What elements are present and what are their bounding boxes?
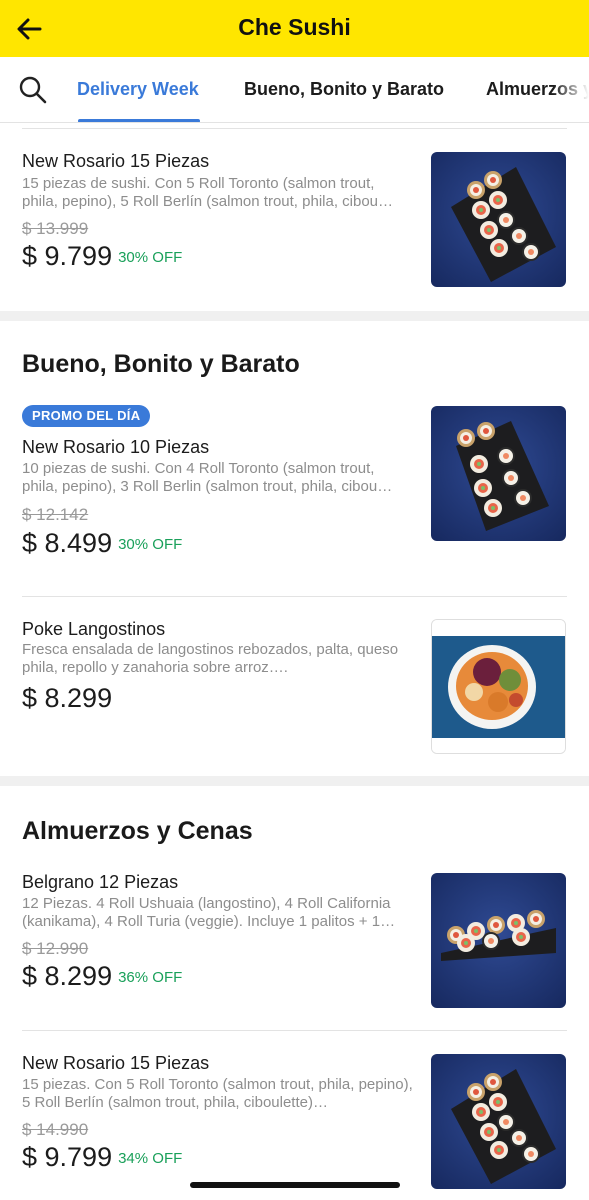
menu-item[interactable]: Belgrano 12 Piezas 12 Piezas. 4 Roll Ush… <box>0 860 589 1030</box>
search-button[interactable] <box>18 75 48 105</box>
section-title: Almuerzos y Cenas <box>22 817 253 845</box>
item-image <box>431 406 566 541</box>
menu-item[interactable]: New Rosario 15 Piezas 15 piezas. Con 5 R… <box>0 1042 589 1200</box>
section-separator <box>0 776 589 786</box>
item-image <box>431 619 566 754</box>
promo-badge: PROMO DEL DÍA <box>22 405 151 427</box>
category-tabs: Delivery Week Bueno, Bonito y Barato Alm… <box>0 57 589 123</box>
app-header: Che Sushi <box>0 0 589 57</box>
menu-item[interactable]: PROMO DEL DÍA New Rosario 10 Piezas 10 p… <box>0 393 589 593</box>
menu-item[interactable]: New Rosario 15 Piezas 15 piezas de sushi… <box>0 140 589 310</box>
item-price: $ 9.799 30% OFF <box>22 241 183 271</box>
active-tab-indicator <box>78 119 200 122</box>
item-discount: 34% OFF <box>118 1150 183 1167</box>
item-name: New Rosario 15 Piezas <box>22 1053 210 1073</box>
search-icon <box>19 76 47 104</box>
item-old-price: $ 12.142 <box>22 505 89 524</box>
tab-delivery-week[interactable]: Delivery Week <box>77 79 199 100</box>
item-name: Poke Langostinos <box>22 619 166 639</box>
item-discount: 36% OFF <box>118 969 183 986</box>
item-description: 12 Piezas. 4 Roll Ushuaia (langostino), … <box>22 895 396 930</box>
item-old-price: $ 12.990 <box>22 939 89 958</box>
item-price: $ 8.299 <box>22 683 113 713</box>
tabs-fade <box>553 57 589 122</box>
item-image <box>431 1054 566 1189</box>
item-name: New Rosario 10 Piezas <box>22 437 210 457</box>
item-price: $ 8.299 36% OFF <box>22 961 183 991</box>
divider <box>22 128 567 129</box>
item-price: $ 8.499 30% OFF <box>22 528 183 558</box>
menu-item[interactable]: Poke Langostinos Fresca ensalada de lang… <box>0 608 589 768</box>
item-discount: 30% OFF <box>118 536 183 553</box>
section-title: Bueno, Bonito y Barato <box>22 350 300 378</box>
item-description: 10 piezas de sushi. Con 4 Roll Toronto (… <box>22 460 393 495</box>
home-indicator[interactable] <box>190 1182 400 1188</box>
item-image <box>431 152 566 287</box>
item-discount: 30% OFF <box>118 249 183 266</box>
item-name: Belgrano 12 Piezas <box>22 872 179 892</box>
item-image <box>431 873 566 1008</box>
divider <box>22 1030 567 1031</box>
section-separator <box>0 311 589 321</box>
item-name: New Rosario 15 Piezas <box>22 151 210 171</box>
item-description: 15 piezas de sushi. Con 5 Roll Toronto (… <box>22 175 394 210</box>
divider <box>22 596 567 597</box>
item-description: Fresca ensalada de langostinos rebozados… <box>22 641 399 676</box>
tab-bueno-bonito-barato[interactable]: Bueno, Bonito y Barato <box>244 79 444 100</box>
item-old-price: $ 13.999 <box>22 219 89 238</box>
item-old-price: $ 14.990 <box>22 1120 89 1139</box>
item-price: $ 9.799 34% OFF <box>22 1142 183 1172</box>
store-title: Che Sushi <box>238 14 351 40</box>
item-description: 15 piezas. Con 5 Roll Toronto (salmon tr… <box>22 1076 413 1111</box>
